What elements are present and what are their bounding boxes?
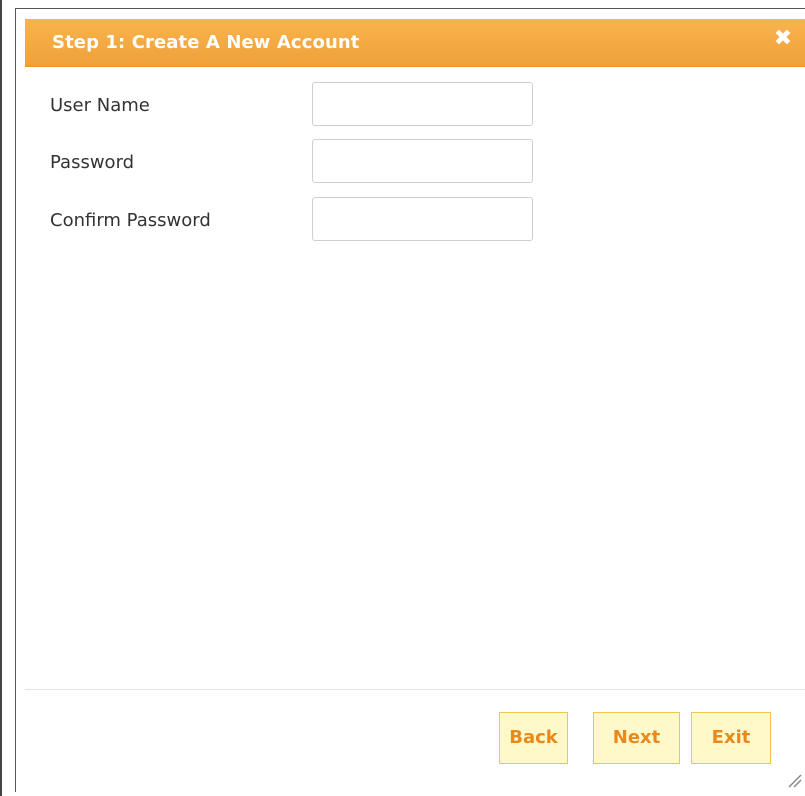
resize-handle-icon[interactable]: [786, 772, 802, 788]
confirm-password-input[interactable]: [312, 197, 533, 241]
footer-divider: [25, 689, 805, 690]
window-edge: [0, 0, 2, 796]
user-name-label: User Name: [50, 95, 150, 116]
dialog-title: Step 1: Create A New Account: [52, 32, 360, 53]
user-name-input[interactable]: [312, 82, 533, 126]
confirm-password-label: Confirm Password: [50, 210, 211, 231]
password-input[interactable]: [312, 139, 533, 183]
next-button[interactable]: Next: [593, 712, 680, 764]
exit-button[interactable]: Exit: [691, 712, 771, 764]
back-button[interactable]: Back: [499, 712, 568, 764]
dialog-titlebar: Step 1: Create A New Account ✖: [25, 19, 805, 67]
confirm-password-row: Confirm Password: [50, 197, 550, 245]
create-account-dialog: Step 1: Create A New Account ✖ User Name…: [15, 8, 805, 792]
password-row: Password: [50, 139, 550, 187]
password-label: Password: [50, 152, 135, 173]
close-icon[interactable]: ✖: [771, 27, 795, 51]
user-name-row: User Name: [50, 82, 550, 130]
